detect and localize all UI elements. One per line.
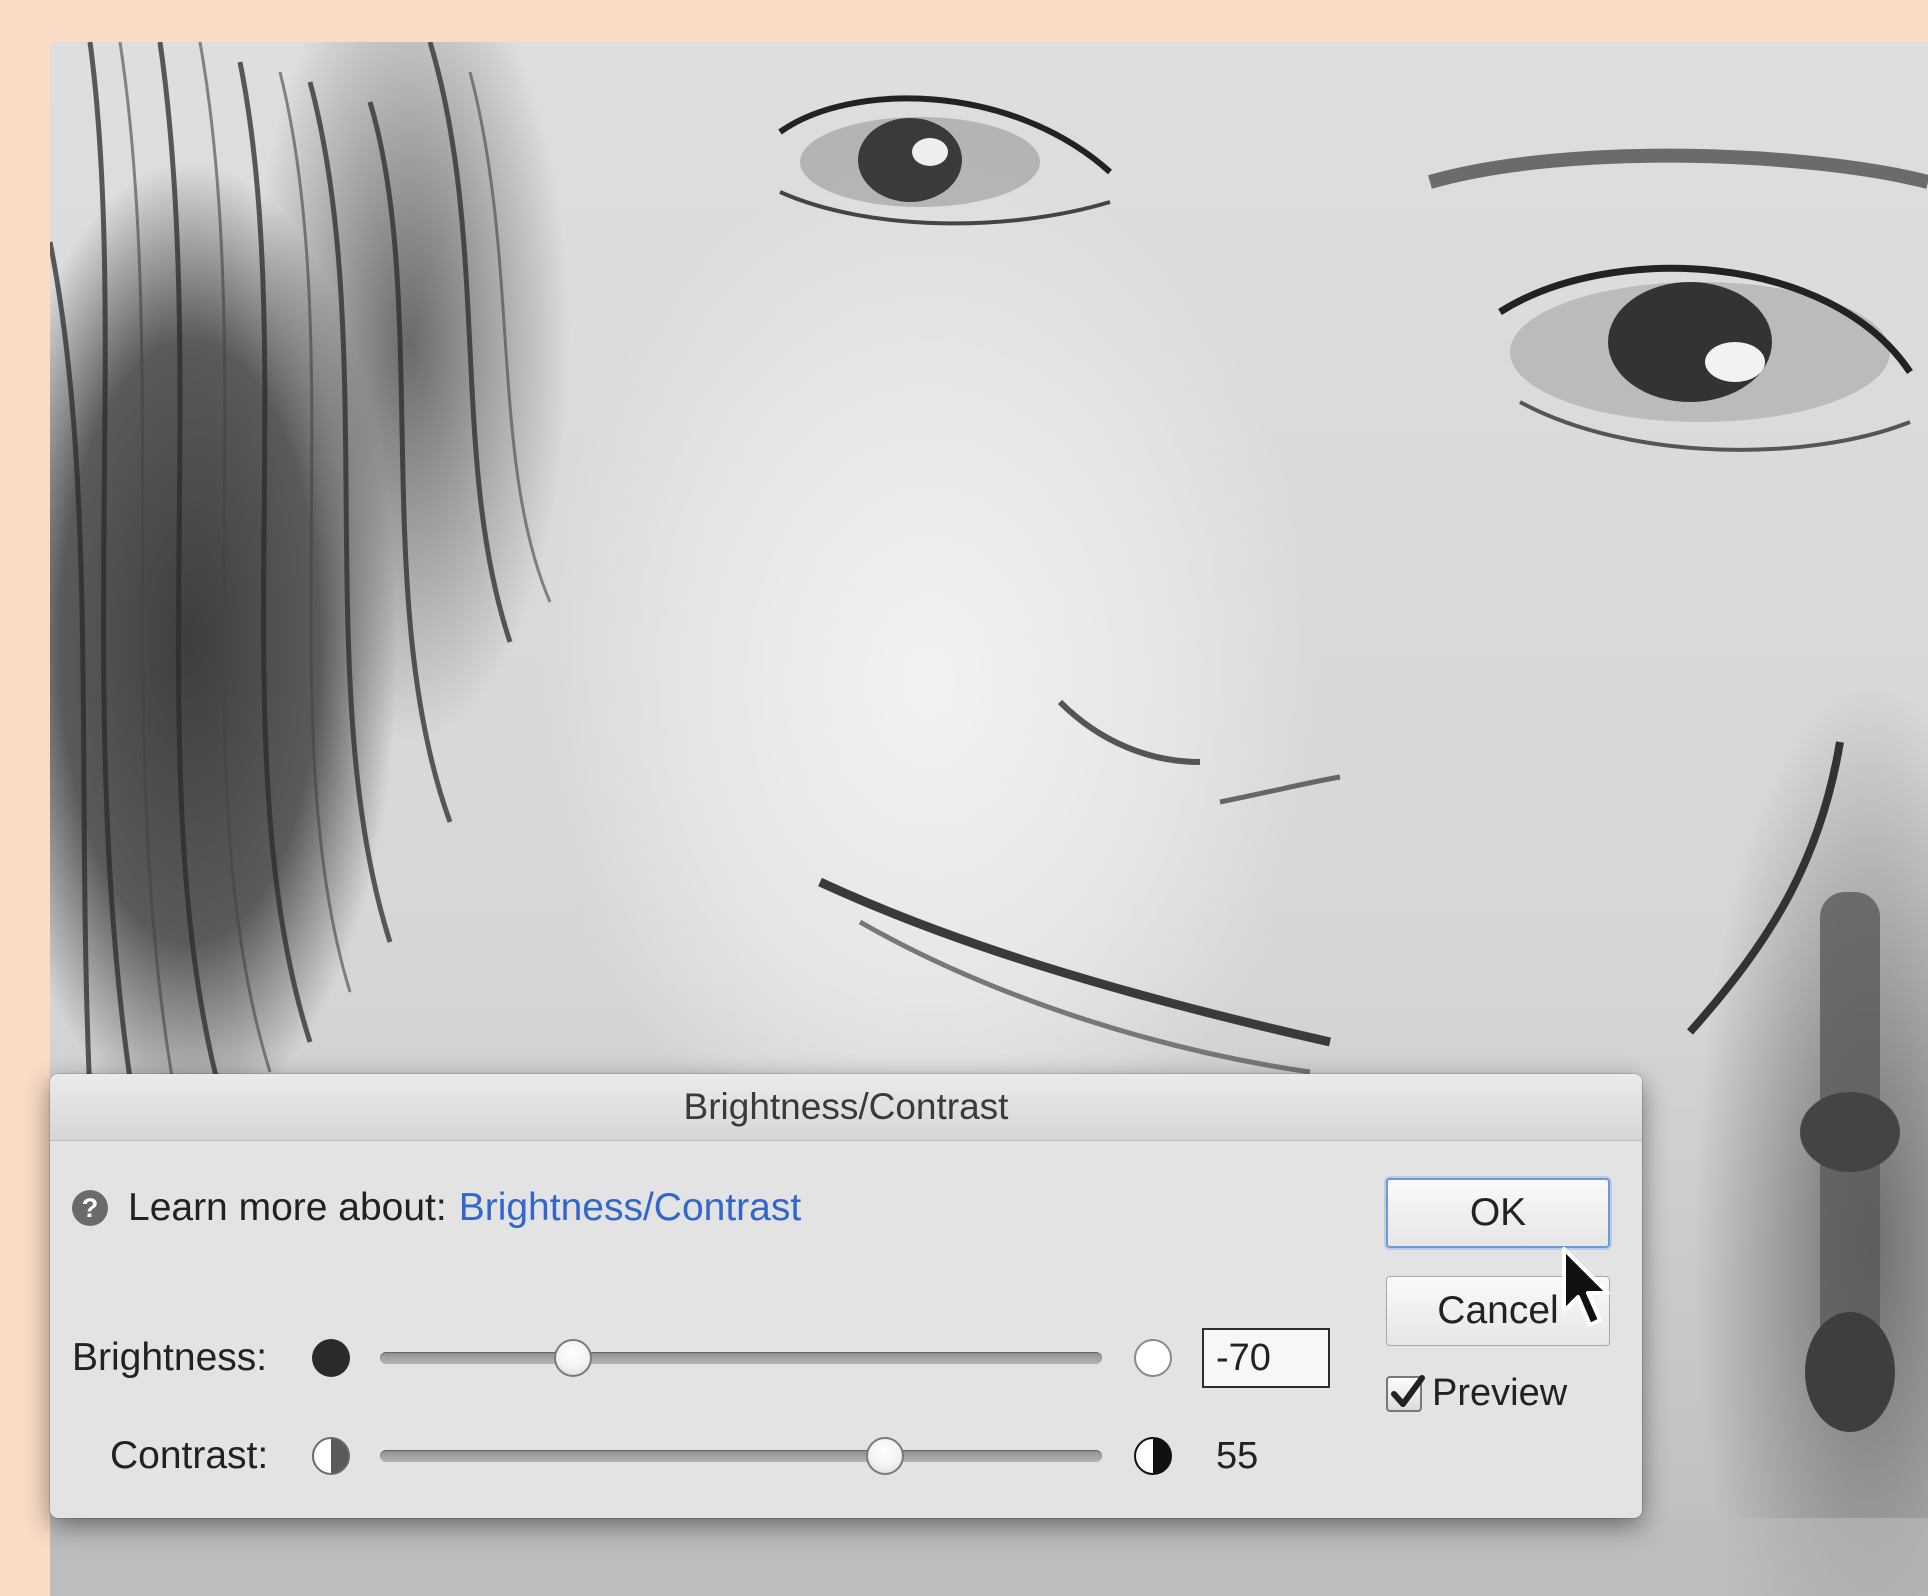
help-icon[interactable]: ? — [72, 1190, 108, 1226]
ok-button[interactable]: OK — [1386, 1178, 1610, 1248]
contrast-row: Contrast: 55 — [50, 1426, 1350, 1486]
help-row: ? Learn more about: Brightness/Contrast — [72, 1186, 801, 1230]
brightness-low-icon — [312, 1339, 350, 1377]
help-link[interactable]: Brightness/Contrast — [459, 1186, 802, 1230]
preview-label: Preview — [1432, 1372, 1568, 1414]
brightness-value-input[interactable]: -70 — [1202, 1328, 1330, 1388]
mouse-pointer-icon — [1562, 1247, 1610, 1327]
brightness-slider-thumb[interactable] — [553, 1339, 592, 1377]
contrast-high-icon — [1134, 1437, 1172, 1475]
contrast-low-icon — [312, 1437, 350, 1475]
dialog-title: Brightness/Contrast — [683, 1086, 1009, 1127]
contrast-slider-track[interactable] — [380, 1450, 1102, 1462]
contrast-slider-thumb[interactable] — [866, 1437, 905, 1475]
brightness-label: Brightness: — [72, 1336, 268, 1379]
contrast-value: 55 — [1216, 1434, 1259, 1477]
contrast-label: Contrast: — [110, 1434, 269, 1477]
brightness-contrast-dialog: Brightness/Contrast ? Learn more about: … — [50, 1074, 1642, 1518]
brightness-high-icon — [1134, 1339, 1172, 1377]
preview-checkbox-row[interactable]: Preview — [1386, 1372, 1567, 1415]
brightness-row: Brightness: -70 — [50, 1328, 1350, 1388]
dialog-titlebar[interactable]: Brightness/Contrast — [50, 1074, 1642, 1141]
help-text: Learn more about: — [128, 1186, 447, 1229]
brightness-slider-track[interactable] — [380, 1352, 1102, 1364]
checkmark-icon — [1391, 1374, 1425, 1407]
preview-checkbox[interactable] — [1386, 1374, 1425, 1412]
